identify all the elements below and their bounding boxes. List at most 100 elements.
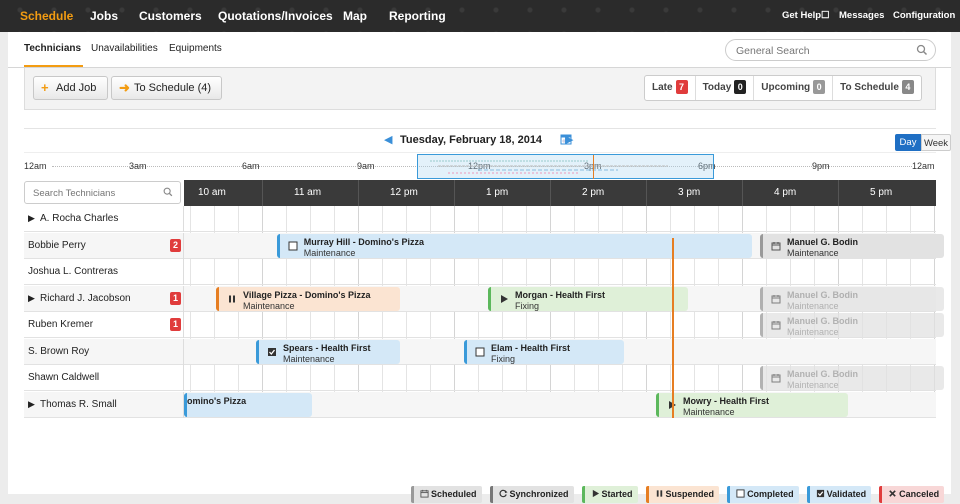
pause-icon [229,295,235,302]
job-block[interactable]: Morgan - Health First Fixing [488,286,688,311]
hour-label: 10 am [198,187,226,198]
job-title: Village Pizza - Domino's Pizza [243,289,371,300]
technician-name: Bobbie Perry [28,239,86,251]
calendar-icon [771,374,781,383]
job-block[interactable]: Manuel G. Bodin Maintenance [760,366,944,390]
general-search[interactable] [725,39,936,61]
status-filter-to-schedule[interactable]: To Schedule 4 [833,76,921,100]
technician-cell[interactable]: S. Brown Roy [24,338,184,365]
overview-hour-label: 9am [357,161,375,171]
status-filter-label: Upcoming [761,82,811,93]
search-icon[interactable] [915,43,929,57]
job-title: Morgan - Health First [515,289,606,300]
technician-search-input[interactable] [33,186,153,200]
nav-quotations-invoices[interactable]: Quotations/Invoices [218,0,333,32]
add-job-label: Add Job [56,82,97,94]
add-job-button[interactable]: + Add Job [33,76,108,100]
job-block[interactable]: Elam - Health First Fixing [464,339,624,364]
job-block[interactable]: Village Pizza - Domino's Pizza Maintenanc… [216,286,400,311]
nav-messages[interactable]: Messages [839,0,884,32]
calendar-icon [420,489,429,498]
legend-validated: Validated [806,486,872,503]
hour-label: 12 pm [390,187,418,198]
status-filter-label: Today [702,82,732,93]
technician-search[interactable] [24,181,181,204]
legend-scheduled: Scheduled [411,486,482,503]
day-overview-timeline[interactable]: 12am3am6am9am12pm3pm6pm9pm12am [24,152,936,180]
job-block[interactable]: Manuel G. Bodin Maintenance [760,233,944,258]
job-title: Murray Hill - Domino's Pizza [303,236,424,247]
legend-label: Synchronized [509,489,569,499]
expand-arrow-icon[interactable]: ▶ [28,293,35,304]
count-badge: 0 [813,80,826,94]
general-search-input[interactable] [736,43,906,58]
technician-cell[interactable]: Bobbie Perry 2 [24,232,184,259]
technician-cell[interactable]: Shawn Caldwell [24,365,184,391]
toolbar: + Add Job ➜ To Schedule (4) Late 7 Today 0 U… [24,68,936,110]
nav-schedule[interactable]: Schedule [20,0,73,32]
job-type: Maintenance [303,247,356,258]
status-filter-today[interactable]: Today 0 [696,76,755,100]
expand-arrow-icon[interactable]: ▶ [28,213,35,224]
overview-hour-label: 12am [912,161,935,171]
to-schedule-button[interactable]: ➜ To Schedule (4) [111,76,222,100]
next-day-arrow-icon[interactable]: ▶ [565,133,573,146]
legend-label: Completed [747,489,794,499]
previous-day-arrow-icon[interactable]: ◀ [384,133,392,146]
overview-now-marker [593,155,594,179]
job-title: Spears - Health First [283,342,371,353]
job-title: Manuel G. Bodin [787,369,858,379]
search-icon[interactable] [162,186,174,198]
late-count-badge: 1 [170,291,181,305]
active-tab-indicator [24,65,83,67]
technician-cell[interactable]: Joshua L. Contreras [24,259,184,285]
technician-cell[interactable]: ▶ A. Rocha Charles [24,206,184,232]
nav-reporting[interactable]: Reporting [389,0,446,32]
job-block[interactable]: Mowry - Health First Maintenance [656,392,848,417]
legend-label: Canceled [899,489,940,499]
pause-icon [656,490,662,497]
nav-jobs[interactable]: Jobs [90,0,118,32]
close-icon [889,490,896,497]
week-view-button[interactable]: Week [921,134,951,151]
job-block[interactable]: Manuel G. Bodin Maintenance [760,286,944,311]
tab-equipments[interactable]: Equipments [169,43,222,54]
job-block[interactable]: Manuel G. Bodin Maintenance [760,313,944,337]
job-type: Maintenance [787,380,839,390]
job-block[interactable]: Murray Hill - Domino's Pizza Maintenance [276,233,752,258]
late-count-badge: 1 [170,318,181,331]
overview-visible-window[interactable] [417,154,714,179]
job-block[interactable]: omino's Pizza [184,392,312,417]
tab-technicians[interactable]: Technicians [24,43,81,54]
subtabs: Technicians Unavailabilities Equipments [8,32,951,68]
count-badge: 4 [901,80,914,94]
nav-map[interactable]: Map [343,0,367,32]
late-count-badge: 2 [170,238,181,252]
legend-started: Started [581,486,638,503]
technician-name: Ruben Kremer [28,319,94,330]
job-type: Maintenance [787,327,839,337]
status-filter-late[interactable]: Late 7 [645,76,696,100]
arrow-right-icon: ➜ [119,80,130,95]
status-filter-label: To Schedule [840,82,899,93]
overview-hour-label: 12am [24,161,47,171]
status-filter-group: Late 7 Today 0 Upcoming 0 To Schedule 4 [644,75,922,101]
technician-name: Joshua L. Contreras [28,266,119,277]
nav-get-help[interactable]: Get Help☐ [782,0,830,32]
expand-arrow-icon[interactable]: ▶ [28,399,35,410]
day-view-button[interactable]: Day [895,134,921,151]
job-block[interactable]: Spears - Health First Maintenance [256,339,400,364]
technician-cell[interactable]: ▶ Thomas R. Small [24,391,184,418]
nav-configuration[interactable]: Configuration [893,0,955,32]
tab-unavailabilities[interactable]: Unavailabilities [91,43,158,54]
technician-cell[interactable]: ▶ Richard J. Jacobson 1 [24,285,184,312]
nav-customers[interactable]: Customers [139,0,202,32]
sync-icon [499,489,508,498]
technician-name: A. Rocha Charles [40,213,119,224]
job-type: Fixing [515,300,540,311]
status-filter-upcoming[interactable]: Upcoming 0 [754,76,834,100]
technician-cell[interactable]: Ruben Kremer 1 [24,312,184,338]
overview-hour-label: 9pm [812,161,830,171]
hour-label: 2 pm [582,187,605,198]
calendar-icon [771,294,781,303]
